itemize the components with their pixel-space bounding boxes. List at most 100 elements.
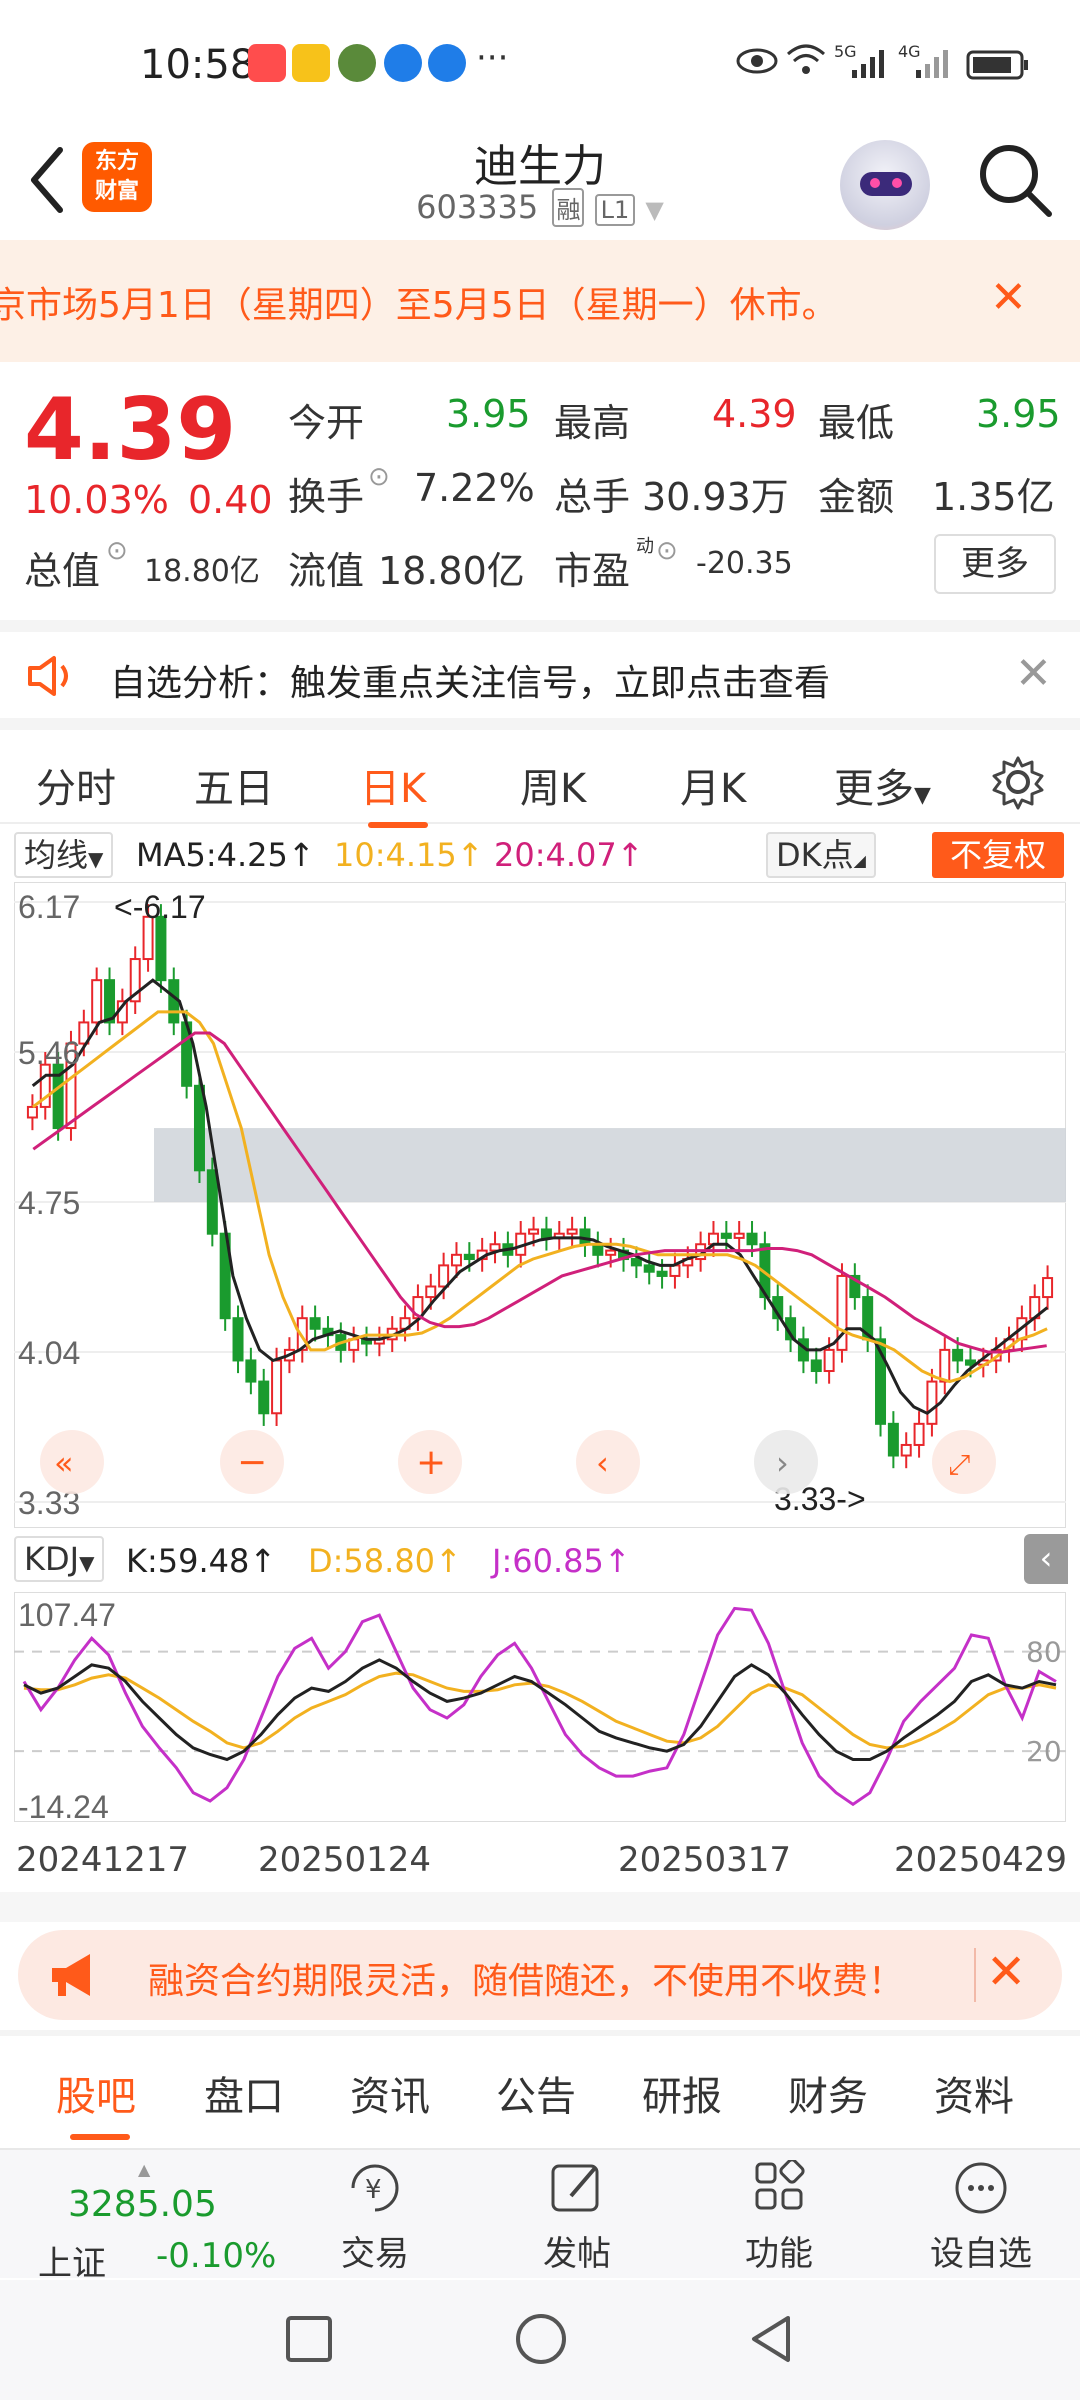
tab-monthly-k[interactable]: 月K <box>680 756 746 814</box>
trade-button[interactable]: ¥ 交易 <box>310 2160 440 2275</box>
candle-body <box>900 1443 912 1457</box>
high-value: 4.39 <box>712 392 797 436</box>
candle-body <box>206 1169 218 1235</box>
candle-body <box>656 1270 668 1277</box>
dk-point-selector[interactable]: DK点◢ <box>766 832 876 878</box>
date-label: 20241217 <box>16 1840 190 1880</box>
tab-weekly-k[interactable]: 周K <box>520 756 586 814</box>
candle-body <box>91 979 103 1024</box>
info-icon[interactable]: ⊙ <box>368 462 390 492</box>
date-label: 20250429 <box>894 1840 1068 1880</box>
scroll-left-fast-button[interactable]: « <box>40 1430 104 1494</box>
index-change: -0.10% <box>156 2236 277 2276</box>
ma10-value: 10:4.15↑ <box>334 836 484 874</box>
recent-apps-icon[interactable] <box>284 2314 334 2364</box>
dropdown-icon[interactable]: ▼ <box>645 196 663 224</box>
svg-text:⤢: ⤢ <box>948 1448 970 1481</box>
candle-body <box>463 1253 475 1261</box>
ma5-value: MA5:4.25↑ <box>136 836 315 874</box>
back-nav-icon[interactable] <box>744 2312 798 2366</box>
candle-body <box>425 1285 437 1299</box>
candle-body <box>438 1264 450 1288</box>
more-quote-button[interactable]: 更多 <box>934 534 1056 594</box>
margin-tag: 融 <box>552 188 585 227</box>
candle-body <box>26 1105 38 1119</box>
robot-assistant-icon[interactable] <box>840 140 930 230</box>
post-button[interactable]: 发帖 <box>512 2160 642 2275</box>
svg-text:«: « <box>54 1444 74 1482</box>
tab-order-book[interactable]: 盘口 <box>204 2064 284 2122</box>
volume-value: 30.93万 <box>642 475 789 519</box>
candle-body <box>155 915 167 982</box>
close-icon[interactable]: ✕ <box>990 272 1027 323</box>
zoom-in-button[interactable]: + <box>398 1430 462 1494</box>
candle-body <box>245 1359 257 1383</box>
huawei-app-icon <box>248 44 286 82</box>
tab-more[interactable]: 更多▼ <box>834 756 931 814</box>
market-holiday-notice[interactable]: 京市场5月1日（星期四）至5月5日（星期一）休市。 ✕ <box>0 240 1080 362</box>
candle-body <box>939 1348 951 1383</box>
info-icon[interactable]: ⊙ <box>656 536 678 566</box>
price-tick-label: 4.04 <box>18 1335 80 1371</box>
tab-announcements[interactable]: 公告 <box>496 2064 576 2122</box>
search-icon[interactable] <box>975 140 1055 220</box>
functions-button[interactable]: 功能 <box>714 2158 844 2275</box>
candle-body <box>887 1422 899 1457</box>
grid-icon <box>755 2158 805 2210</box>
candle-body <box>605 1249 617 1256</box>
candle-body <box>643 1264 655 1273</box>
kdj-selector[interactable]: KDJ▼ <box>14 1536 105 1582</box>
tab-financials[interactable]: 财务 <box>788 2064 868 2122</box>
megaphone-icon <box>52 1954 90 1996</box>
app-header: 东方 财富 迪生力 603335 融 L1 ▼ <box>0 130 1080 240</box>
watchlist-analysis-bar[interactable]: 自选分析：触发重点关注信号，立即点击查看 ✕ <box>0 620 1080 718</box>
scroll-right-button[interactable]: › <box>754 1430 818 1494</box>
candle-body <box>566 1228 578 1235</box>
tab-five-day[interactable]: 五日 <box>194 756 274 814</box>
info-icon[interactable]: ⊙ <box>106 536 128 566</box>
current-price: 4.39 <box>24 380 237 480</box>
candle-body <box>232 1317 244 1362</box>
pe-label: 市盈 <box>554 549 631 593</box>
set-watchlist-button[interactable]: 设自选 <box>916 2160 1046 2275</box>
open-value: 3.95 <box>446 392 531 436</box>
kdj-min-label: -14.24 <box>18 1789 109 1822</box>
svg-text:‹: ‹ <box>596 1444 609 1482</box>
margin-financing-promo[interactable]: 融资合约期限灵活，随借随还，不使用不收费！ ✕ <box>18 1930 1062 2020</box>
tab-guba[interactable]: 股吧 <box>56 2064 136 2122</box>
tab-research[interactable]: 研报 <box>642 2064 722 2122</box>
zoom-out-button[interactable]: − <box>220 1430 284 1494</box>
tab-daily-k[interactable]: 日K <box>360 756 426 814</box>
fullscreen-button[interactable]: ⤢ <box>932 1430 996 1494</box>
side-panel-toggle[interactable]: ‹ <box>1024 1534 1068 1584</box>
svg-text:+: + <box>416 1442 446 1483</box>
gear-icon[interactable] <box>990 754 1046 810</box>
app-notification-icon <box>384 44 422 82</box>
candle-body <box>952 1348 964 1362</box>
kdj-chart[interactable]: 80 20 107.47 -14.24 <box>14 1592 1066 1822</box>
tab-profile[interactable]: 资料 <box>934 2064 1014 2122</box>
kdj-d-value: D:58.80↑ <box>308 1542 462 1580</box>
open-label: 今开 <box>288 401 365 445</box>
home-icon[interactable] <box>514 2312 568 2366</box>
close-icon[interactable]: ✕ <box>986 1944 1026 2000</box>
indicator-selector[interactable]: 均线▼ <box>14 832 114 878</box>
kdj-max-label: 107.47 <box>18 1597 116 1633</box>
signal-icon <box>916 50 948 78</box>
tab-intraday[interactable]: 分时 <box>36 756 116 814</box>
adjustment-button[interactable]: 不复权 <box>932 832 1064 878</box>
candle-body <box>592 1243 604 1256</box>
candle-body <box>707 1232 719 1246</box>
close-icon[interactable]: ✕ <box>1015 648 1052 699</box>
candlestick-chart[interactable]: 6.175.464.754.043.33 <-6.17 3.33-> « − +… <box>14 882 1066 1528</box>
candle-body <box>309 1317 321 1330</box>
scroll-left-button[interactable]: ‹ <box>576 1430 640 1494</box>
candle-body <box>823 1348 835 1373</box>
caret-up-icon: ▲ <box>138 2160 151 2179</box>
tab-news[interactable]: 资讯 <box>350 2064 430 2122</box>
content-tabs: 股吧 盘口 资讯 公告 研报 财务 资料 <box>0 2036 1080 2146</box>
candle-body <box>258 1380 270 1415</box>
bottom-toolbar: ▲ 3285.05 上证 -0.10% ¥ 交易 发帖 功能 设自选 <box>0 2148 1080 2284</box>
index-ticker[interactable]: ▲ 3285.05 上证 -0.10% <box>20 2160 280 2284</box>
signal-icon <box>852 50 884 78</box>
